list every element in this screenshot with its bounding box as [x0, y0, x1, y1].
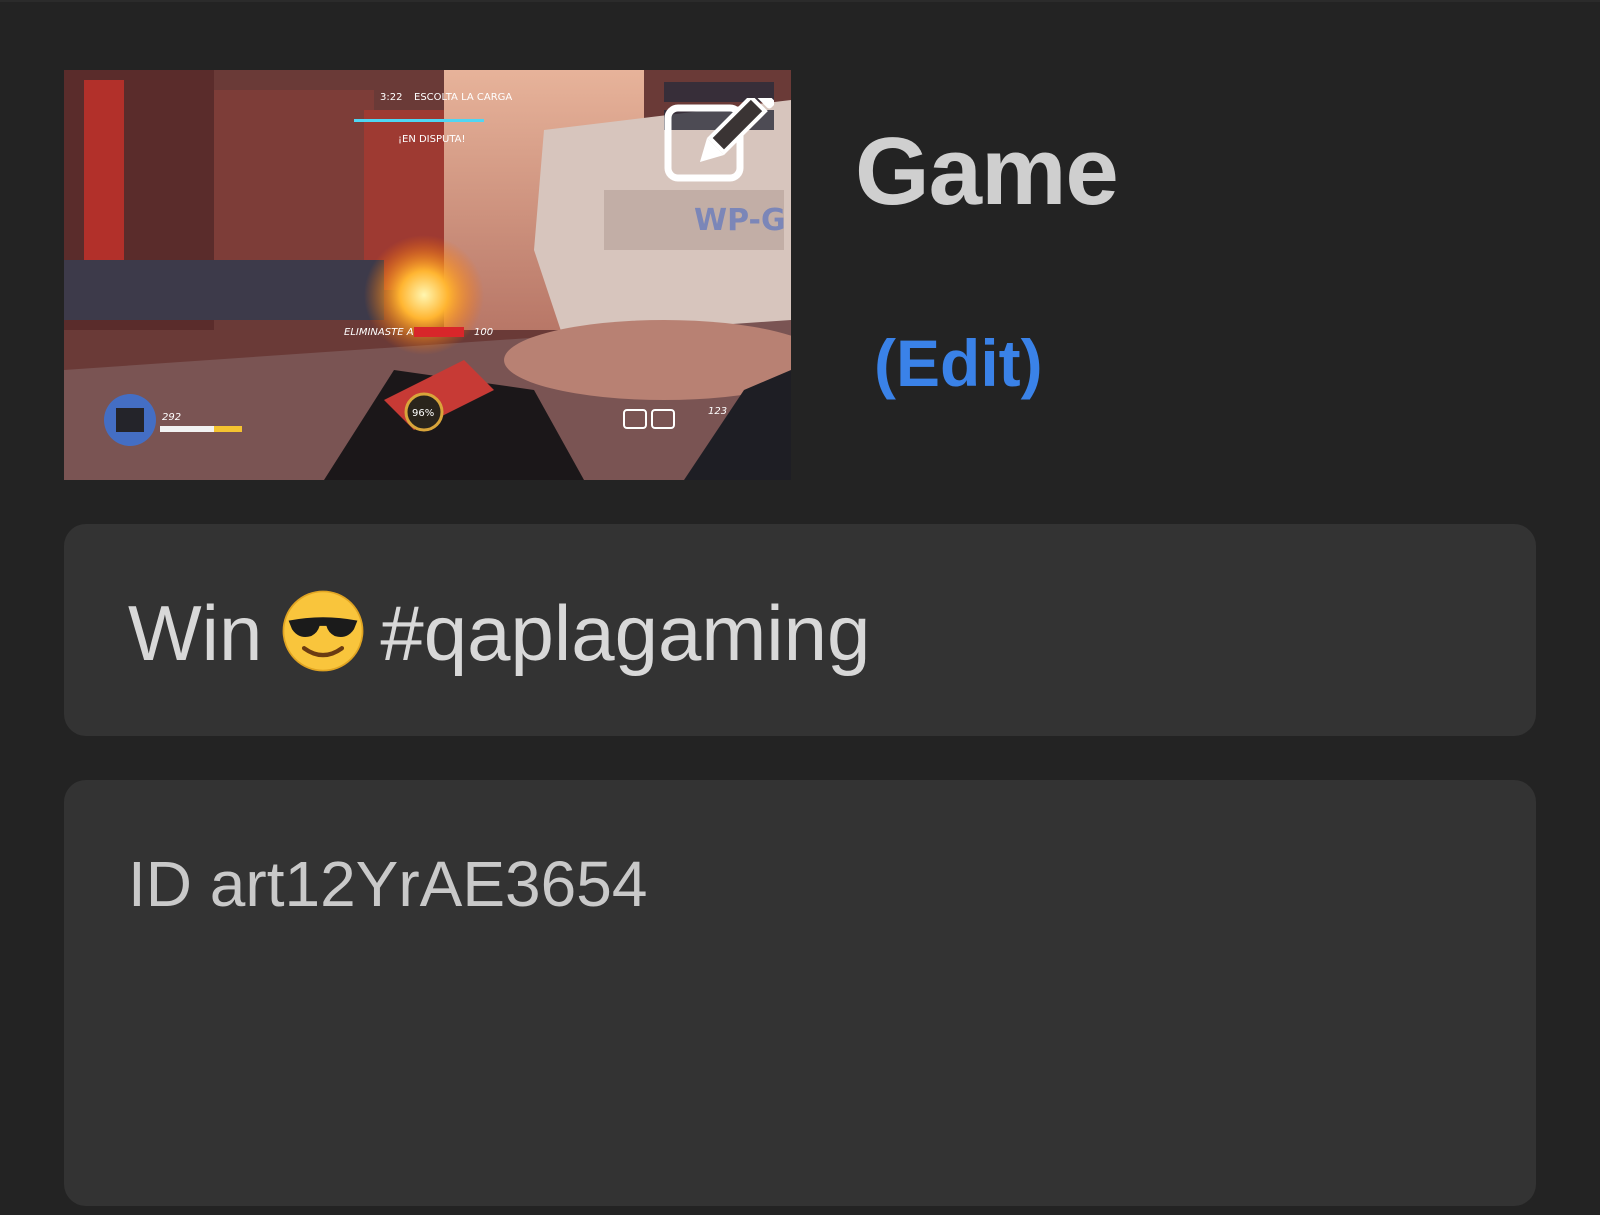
hud-ammo: 123: [708, 406, 727, 417]
hud-health: 292: [162, 412, 181, 423]
divider: [0, 0, 1600, 2]
smiling-face-with-sunglasses-emoji: [282, 590, 364, 672]
caption-text: Win #qaplagaming: [128, 588, 870, 674]
caption-field[interactable]: Win #qaplagaming: [64, 524, 1536, 736]
post-title: Game: [855, 118, 1119, 225]
edit-title-link[interactable]: (Edit): [874, 330, 1043, 396]
description-text: ID art12YrAE3654: [128, 848, 648, 920]
svg-text:WP-G: WP-G: [694, 203, 786, 238]
hud-timer: 3:22: [380, 92, 402, 103]
game-thumbnail[interactable]: WP-G 3:22 ESCOLTA LA CARGA ¡EN DISPUTA! …: [64, 70, 791, 480]
hud-status: ¡EN DISPUTA!: [398, 134, 466, 145]
edit-pencil-icon[interactable]: [664, 98, 774, 188]
description-field[interactable]: ID art12YrAE3654: [64, 780, 1536, 1206]
edit-post-screen: WP-G 3:22 ESCOLTA LA CARGA ¡EN DISPUTA! …: [0, 0, 1600, 1215]
hud-kill-feed: ELIMINASTE A: [344, 327, 414, 338]
hud-objective: ESCOLTA LA CARGA: [414, 92, 512, 103]
caption-prefix: Win: [128, 589, 263, 677]
caption-hashtag: #qaplagaming: [380, 589, 871, 677]
hud-kill-points: 100: [474, 327, 493, 338]
hud-ultimate: 96%: [412, 408, 434, 419]
